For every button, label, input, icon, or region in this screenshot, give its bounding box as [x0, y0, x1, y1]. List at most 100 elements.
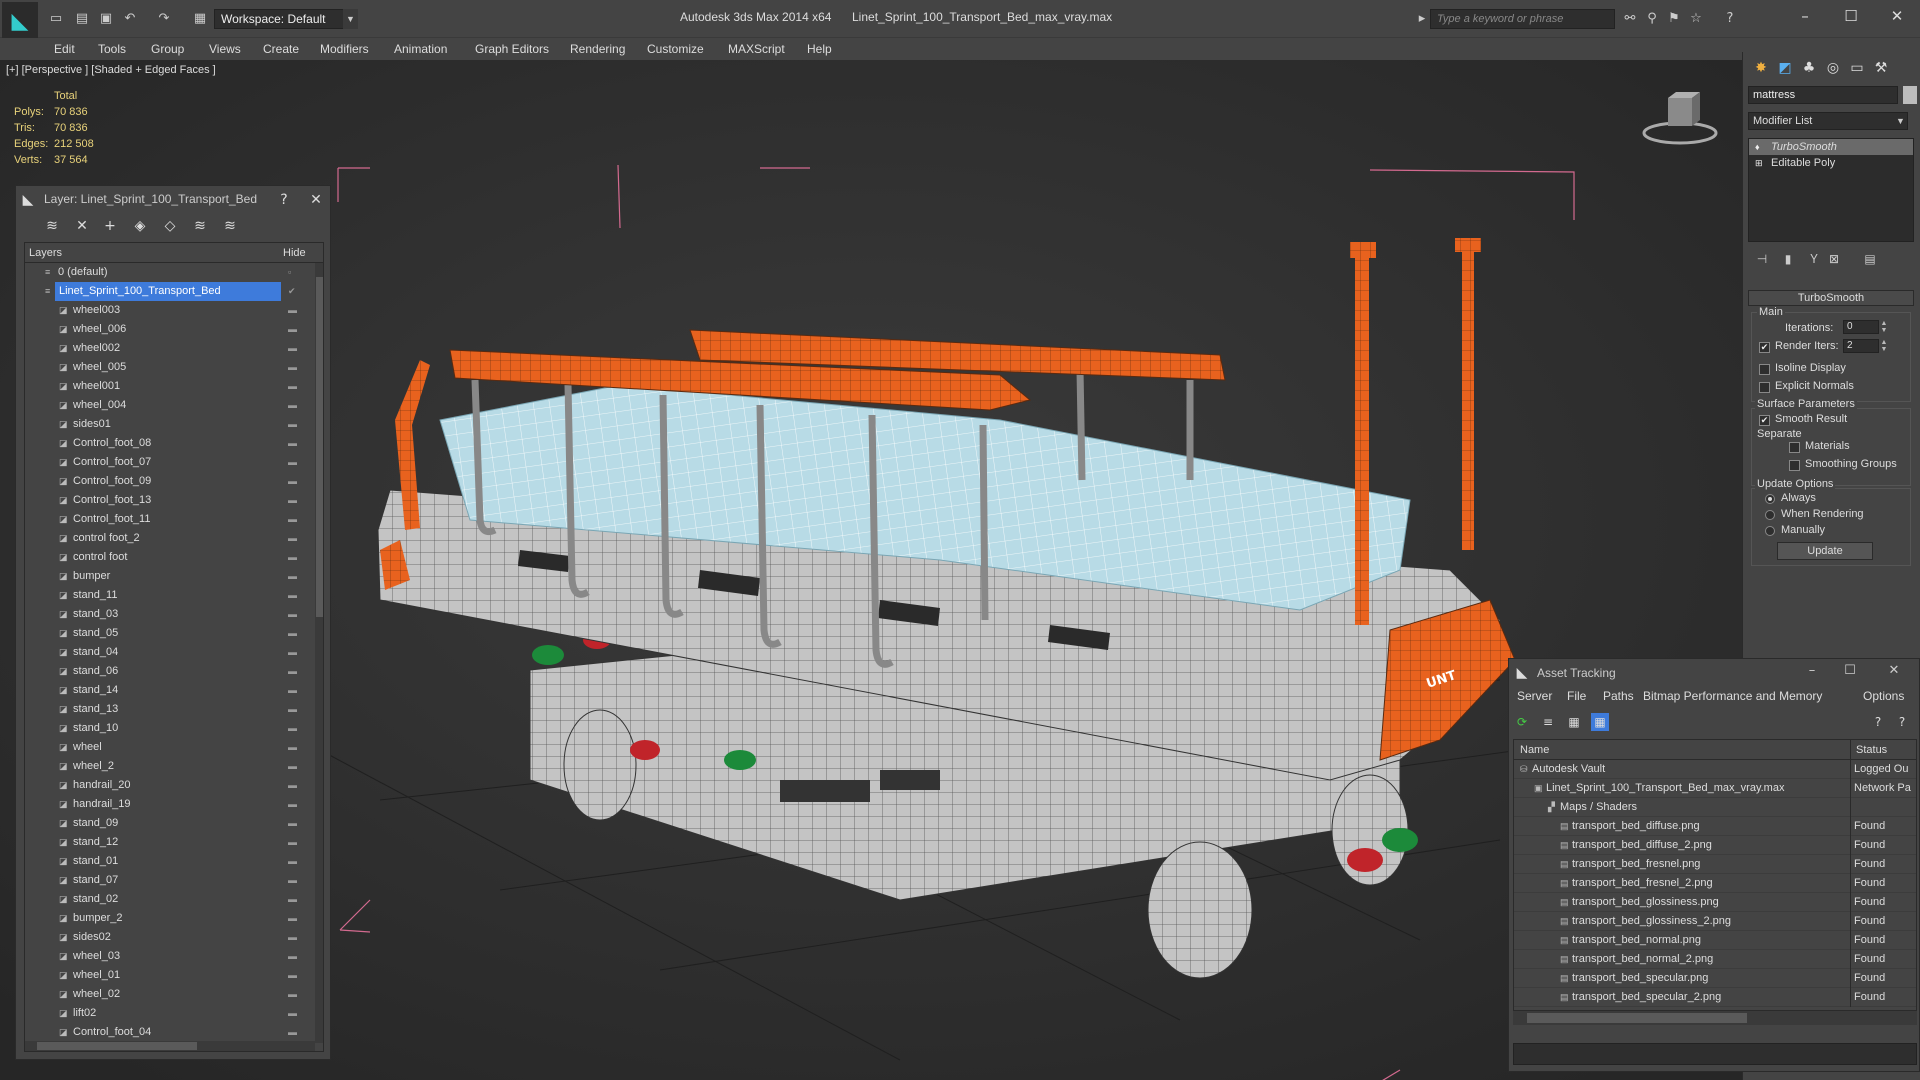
- hide-toggle-icon[interactable]: ▬: [288, 624, 297, 643]
- hide-toggle-icon[interactable]: ▬: [288, 681, 297, 700]
- project-folder-icon[interactable]: ▦: [192, 11, 208, 27]
- search-input[interactable]: Type a keyword or phrase: [1430, 9, 1615, 29]
- layer-object-row[interactable]: ◪ wheel001 ▬: [25, 377, 323, 396]
- layer-object-row[interactable]: ◪ bumper ▬: [25, 567, 323, 586]
- hide-toggle-icon[interactable]: ▬: [288, 548, 297, 567]
- hide-toggle-icon[interactable]: ▬: [288, 814, 297, 833]
- hide-toggle-icon[interactable]: ▬: [288, 358, 297, 377]
- horizontal-scrollbar[interactable]: [1513, 1011, 1917, 1025]
- layer-object-row[interactable]: ◪ wheel_02 ▬: [25, 985, 323, 1004]
- update-button[interactable]: Update: [1777, 542, 1873, 560]
- menu-maxscript[interactable]: MAXScript: [728, 42, 785, 56]
- explicit-normals-checkbox[interactable]: [1759, 382, 1770, 393]
- hide-toggle-icon[interactable]: ▬: [288, 719, 297, 738]
- layer-object-row[interactable]: ◪ stand_04 ▬: [25, 643, 323, 662]
- layer-object-row[interactable]: ◪ stand_07 ▬: [25, 871, 323, 890]
- subscription-icon[interactable]: ⚲: [1644, 11, 1660, 27]
- hide-toggle-icon[interactable]: ▬: [288, 928, 297, 947]
- layer-object-row[interactable]: ◪ Control_foot_11 ▬: [25, 510, 323, 529]
- layer-list[interactable]: Layers Hide ≡ 0 (default) ▫ ≡ Linet_Sprint_1…: [24, 242, 324, 1052]
- asset-row[interactable]: ▤ transport_bed_normal_2.png Found: [1514, 950, 1916, 969]
- hide-toggle-icon[interactable]: ▬: [288, 396, 297, 415]
- layer-object-row[interactable]: ◪ sides02 ▬: [25, 928, 323, 947]
- table-view-icon[interactable]: ▦: [1565, 713, 1583, 731]
- viewcube-icon[interactable]: [1640, 88, 1720, 148]
- hide-layers-icon[interactable]: ≋: [190, 216, 210, 236]
- favorites-star-icon[interactable]: ☆: [1688, 11, 1704, 27]
- layer-object-row[interactable]: ◪ stand_03 ▬: [25, 605, 323, 624]
- layer-row[interactable]: ≡ 0 (default) ▫: [25, 263, 323, 282]
- menu-modifiers[interactable]: Modifiers: [320, 42, 369, 56]
- spinner-arrows-icon[interactable]: ▲ ▼: [1880, 320, 1888, 334]
- hide-toggle-icon[interactable]: ▬: [288, 453, 297, 472]
- asset-row[interactable]: ▤ transport_bed_specular.png Found: [1514, 969, 1916, 988]
- column-header-layers[interactable]: Layers: [29, 247, 62, 259]
- hide-toggle-icon[interactable]: ▫: [288, 263, 291, 282]
- chevron-down-icon[interactable]: ▼: [1893, 112, 1908, 130]
- layer-object-row[interactable]: ◪ stand_09 ▬: [25, 814, 323, 833]
- asset-menu-file[interactable]: File: [1567, 689, 1586, 703]
- layer-object-row[interactable]: ◪ stand_01 ▬: [25, 852, 323, 871]
- scrollbar-thumb[interactable]: [316, 277, 323, 617]
- layer-object-row[interactable]: ◪ wheel ▬: [25, 738, 323, 757]
- menu-animation[interactable]: Animation: [394, 42, 447, 56]
- column-header-name[interactable]: Name: [1520, 744, 1549, 756]
- layer-object-row[interactable]: ◪ wheel_006 ▬: [25, 320, 323, 339]
- menu-views[interactable]: Views: [209, 42, 241, 56]
- refresh-icon[interactable]: ⟳: [1513, 713, 1531, 731]
- layer-object-row[interactable]: ◪ handrail_20 ▬: [25, 776, 323, 795]
- layer-object-row[interactable]: ◪ stand_12 ▬: [25, 833, 323, 852]
- help-icon[interactable]: ?: [1869, 713, 1887, 731]
- hide-toggle-icon[interactable]: ▬: [288, 700, 297, 719]
- hide-toggle-icon[interactable]: ▬: [288, 776, 297, 795]
- modifier-stack[interactable]: ♦ TurboSmooth ⊞ Editable Poly: [1748, 138, 1914, 242]
- hide-toggle-icon[interactable]: ▬: [288, 301, 297, 320]
- hide-toggle-icon[interactable]: ▬: [288, 472, 297, 491]
- layer-object-row[interactable]: ◪ Control_foot_13 ▬: [25, 491, 323, 510]
- redo-icon[interactable]: ↷: [156, 11, 172, 27]
- hide-toggle-icon[interactable]: ▬: [288, 377, 297, 396]
- undo-icon[interactable]: ↶: [122, 11, 138, 27]
- scrollbar-thumb[interactable]: [37, 1042, 197, 1050]
- grid-view-icon[interactable]: ▦: [1591, 713, 1609, 731]
- configure-sets-icon[interactable]: ▤: [1861, 250, 1879, 268]
- close-icon[interactable]: ✕: [1882, 6, 1912, 26]
- workspace-select[interactable]: Workspace: Default: [214, 9, 358, 29]
- smooth-result-checkbox[interactable]: ✔: [1759, 415, 1770, 426]
- vertical-scrollbar[interactable]: [315, 263, 323, 1043]
- smoothing-groups-checkbox[interactable]: [1789, 460, 1800, 471]
- isoline-display-checkbox[interactable]: [1759, 364, 1770, 375]
- hide-toggle-icon[interactable]: ▬: [288, 567, 297, 586]
- layer-object-row[interactable]: ◪ stand_10 ▬: [25, 719, 323, 738]
- chevron-down-icon[interactable]: ▼: [343, 9, 358, 29]
- layer-object-row[interactable]: ◪ control foot ▬: [25, 548, 323, 567]
- hide-toggle-icon[interactable]: ▬: [288, 643, 297, 662]
- menu-create[interactable]: Create: [263, 42, 299, 56]
- modify-tab-icon[interactable]: ◩: [1775, 58, 1795, 78]
- spinner-arrows-icon[interactable]: ▲ ▼: [1880, 339, 1888, 353]
- iterations-spinner[interactable]: 0: [1843, 320, 1879, 334]
- hide-toggle-icon[interactable]: ▬: [288, 852, 297, 871]
- add-icon[interactable]: +: [100, 216, 120, 236]
- expand-search-icon[interactable]: ▸: [1414, 11, 1430, 27]
- delete-layer-icon[interactable]: ✕: [72, 216, 92, 236]
- hide-toggle-icon[interactable]: ▬: [288, 339, 297, 358]
- help-icon[interactable]: ?: [1722, 11, 1738, 27]
- maximize-icon[interactable]: ☐: [1837, 663, 1863, 679]
- vault-help-icon[interactable]: ?: [1893, 713, 1911, 731]
- hide-toggle-icon[interactable]: ▬: [288, 985, 297, 1004]
- hide-toggle-icon[interactable]: ▬: [288, 1023, 297, 1042]
- menu-graph-editors[interactable]: Graph Editors: [475, 42, 549, 56]
- asset-menu-options[interactable]: Options: [1863, 689, 1904, 703]
- hide-toggle-icon[interactable]: ▬: [288, 510, 297, 529]
- layer-object-row[interactable]: ◪ handrail_19 ▬: [25, 795, 323, 814]
- layer-object-row[interactable]: ◪ wheel002 ▬: [25, 339, 323, 358]
- asset-row[interactable]: ▞ Maps / Shaders: [1514, 798, 1916, 817]
- layer-object-row[interactable]: ◪ stand_06 ▬: [25, 662, 323, 681]
- expand-plus-icon[interactable]: ⊞: [1755, 155, 1763, 171]
- turbosmooth-rollout-header[interactable]: TurboSmooth: [1748, 290, 1914, 306]
- asset-menu-paths[interactable]: Paths: [1603, 689, 1634, 703]
- highlight-layer-icon[interactable]: ◇: [160, 216, 180, 236]
- asset-row[interactable]: ▤ transport_bed_normal.png Found: [1514, 931, 1916, 950]
- layer-object-row[interactable]: ◪ stand_14 ▬: [25, 681, 323, 700]
